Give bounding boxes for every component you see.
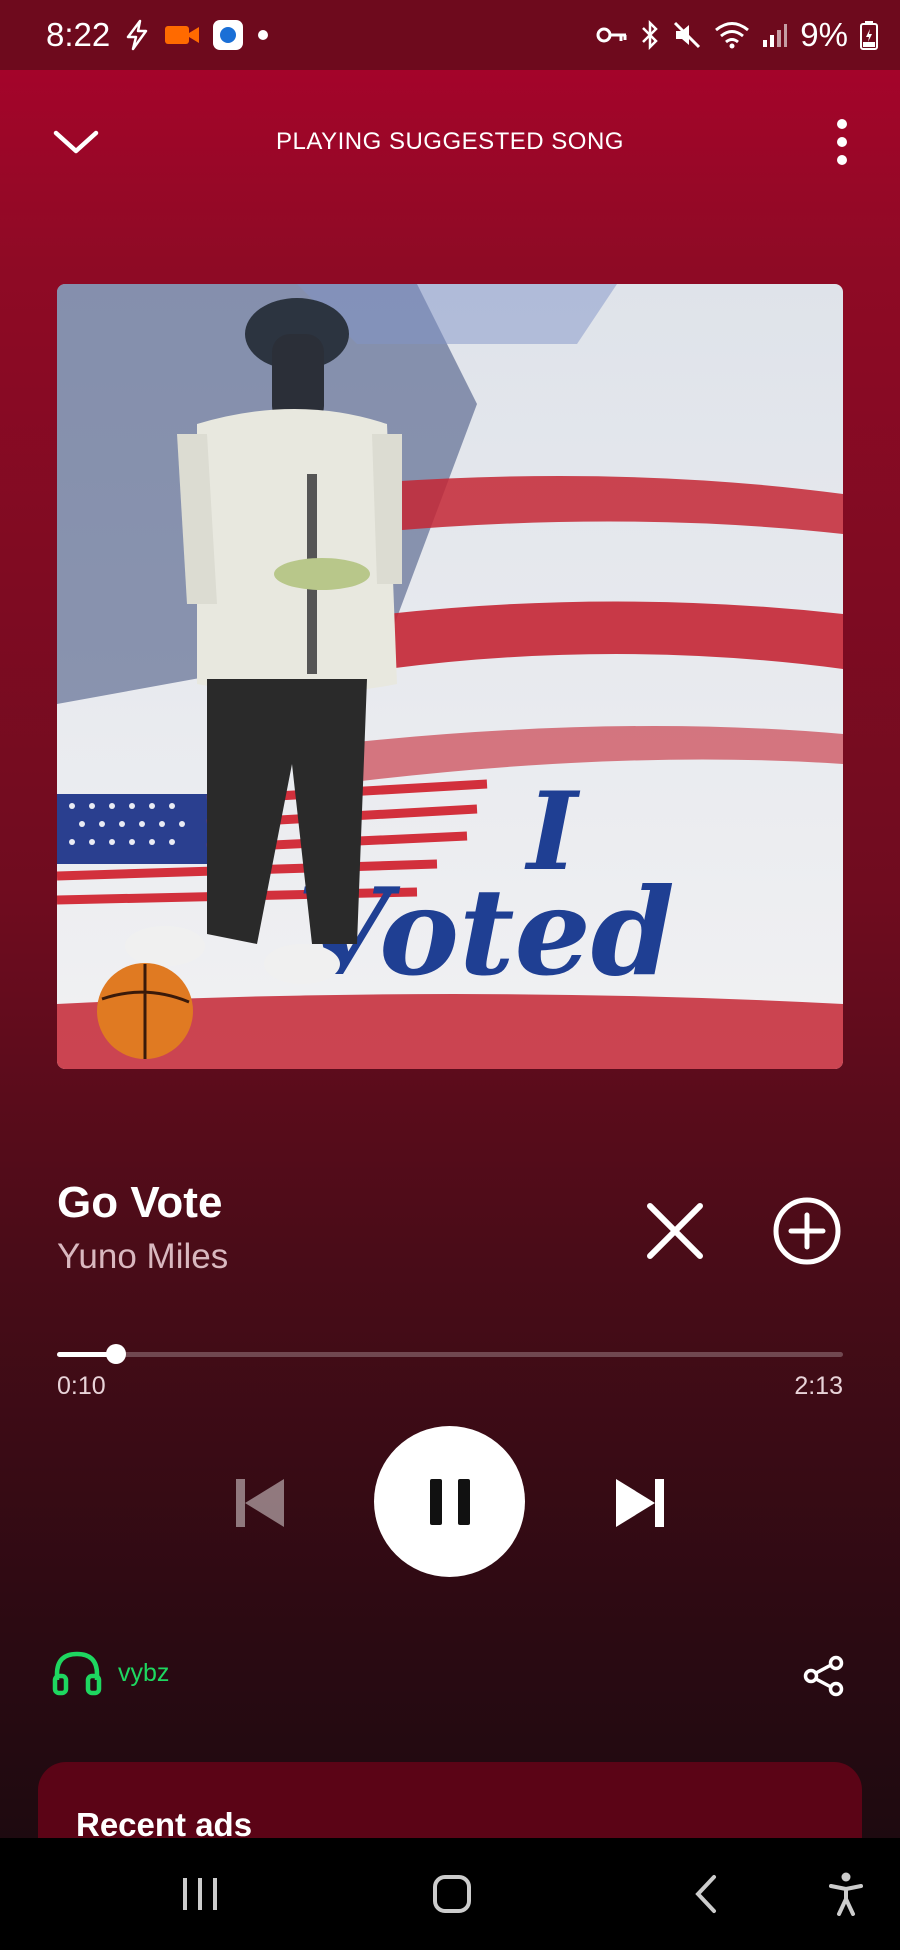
status-bar: 8:22 9% xyxy=(0,0,900,70)
track-info: Go Vote Yuno Miles xyxy=(57,1175,617,1281)
chevron-down-icon xyxy=(53,130,99,154)
accessibility-button[interactable] xyxy=(816,1864,876,1924)
home-button[interactable] xyxy=(422,1864,482,1924)
recent-apps-icon xyxy=(183,1878,217,1910)
recent-apps-button[interactable] xyxy=(170,1864,230,1924)
track-title[interactable]: Go Vote xyxy=(57,1175,617,1231)
home-icon xyxy=(433,1875,471,1913)
skip-previous-icon xyxy=(236,1479,284,1527)
track-artist[interactable]: Yuno Miles xyxy=(57,1233,617,1281)
next-track-button[interactable] xyxy=(605,1471,675,1535)
close-icon xyxy=(647,1203,703,1259)
more-options-button[interactable] xyxy=(822,114,862,170)
playback-controls xyxy=(0,1425,900,1577)
vpn-key-icon xyxy=(596,25,628,45)
pause-button[interactable] xyxy=(374,1426,525,1577)
accessibility-icon xyxy=(829,1872,863,1916)
wifi-icon xyxy=(714,21,750,49)
device-name: vybz xyxy=(118,1658,170,1687)
bluetooth-icon xyxy=(640,20,660,50)
pause-icon xyxy=(429,1478,470,1525)
battery-percent: 9% xyxy=(800,16,848,53)
mute-icon xyxy=(672,20,702,50)
battery-icon xyxy=(860,20,878,50)
back-button[interactable] xyxy=(676,1864,736,1924)
playback-progress-bar[interactable] xyxy=(57,1340,843,1368)
status-right: 9% xyxy=(596,16,878,54)
share-icon xyxy=(803,1655,844,1697)
elapsed-time: 0:10 xyxy=(57,1372,106,1400)
more-vertical-icon xyxy=(837,119,847,165)
progress-handle[interactable] xyxy=(105,1344,126,1364)
collapse-player-button[interactable] xyxy=(40,116,112,168)
back-icon xyxy=(695,1875,716,1913)
status-time: 8:22 xyxy=(46,16,111,53)
album-art-image: I Voted xyxy=(57,284,843,1069)
total-time: 2:13 xyxy=(794,1372,843,1400)
progress-track xyxy=(57,1352,843,1357)
dot-icon xyxy=(256,28,270,42)
status-left: 8:22 xyxy=(46,16,270,54)
album-artwork: I Voted xyxy=(57,284,843,1069)
skip-next-icon xyxy=(616,1479,664,1527)
connect-device-button[interactable]: vybz xyxy=(52,1650,169,1696)
system-nav-bar xyxy=(0,1838,900,1950)
previous-track-button[interactable] xyxy=(225,1471,295,1535)
signal-icon xyxy=(762,22,788,48)
headphones-icon xyxy=(52,1651,102,1696)
video-camera-icon xyxy=(164,22,200,48)
player-header: PLAYING SUGGESTED SONG xyxy=(0,100,900,184)
hide-suggestion-button[interactable] xyxy=(640,1196,710,1266)
share-button[interactable] xyxy=(800,1652,848,1700)
bolt-icon xyxy=(122,19,152,51)
player-context-title: PLAYING SUGGESTED SONG xyxy=(276,128,624,155)
add-to-library-button[interactable] xyxy=(770,1194,844,1268)
app-notification-icon xyxy=(212,19,244,51)
plus-circle-icon xyxy=(773,1197,841,1265)
